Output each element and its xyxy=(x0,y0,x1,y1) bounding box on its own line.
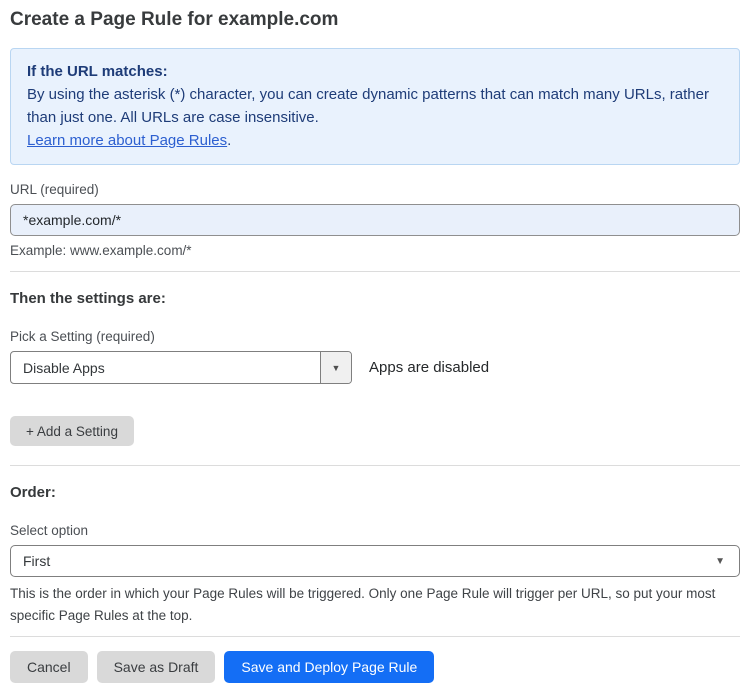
settings-section-heading: Then the settings are: xyxy=(10,290,166,307)
save-draft-button[interactable]: Save as Draft xyxy=(96,651,216,683)
divider xyxy=(10,465,740,466)
url-field-block: URL (required) Example: www.example.com/… xyxy=(10,182,740,258)
setting-row: Disable Apps ▼ Apps are disabled xyxy=(10,351,740,384)
order-select[interactable]: First ▼ xyxy=(10,545,740,577)
link-suffix: . xyxy=(227,132,232,149)
info-box-body: By using the asterisk (*) character, you… xyxy=(27,86,709,126)
url-match-info-box: If the URL matches: By using the asteris… xyxy=(10,48,740,165)
add-setting-button[interactable]: + Add a Setting xyxy=(10,416,134,446)
setting-select[interactable]: Disable Apps ▼ xyxy=(10,351,352,384)
order-section-heading: Order: xyxy=(10,484,56,501)
form-actions: Cancel Save as Draft Save and Deploy Pag… xyxy=(10,651,740,683)
url-example-text: Example: www.example.com/* xyxy=(10,243,192,258)
info-box-link-line: Learn more about Page Rules. xyxy=(27,129,723,152)
page-rule-form: Create a Page Rule for example.com If th… xyxy=(0,0,750,683)
page-title: Create a Page Rule for example.com xyxy=(10,9,339,30)
setting-status-text: Apps are disabled xyxy=(369,359,490,376)
order-help-text: This is the order in which your Page Rul… xyxy=(10,586,716,623)
order-select-value: First xyxy=(23,553,51,569)
url-label: URL (required) xyxy=(10,182,99,197)
url-input[interactable] xyxy=(10,204,740,236)
learn-more-link[interactable]: Learn more about Page Rules xyxy=(27,132,227,149)
divider xyxy=(10,636,740,637)
setting-select-value: Disable Apps xyxy=(23,359,105,376)
save-deploy-button[interactable]: Save and Deploy Page Rule xyxy=(224,651,435,683)
dropdown-arrow-icon[interactable]: ▼ xyxy=(320,352,351,383)
pick-setting-label: Pick a Setting (required) xyxy=(10,329,155,344)
caret-down-icon: ▼ xyxy=(715,555,725,567)
info-box-heading: If the URL matches: xyxy=(27,63,168,80)
divider xyxy=(10,271,740,272)
select-option-label: Select option xyxy=(10,523,89,538)
cancel-button[interactable]: Cancel xyxy=(10,651,88,683)
